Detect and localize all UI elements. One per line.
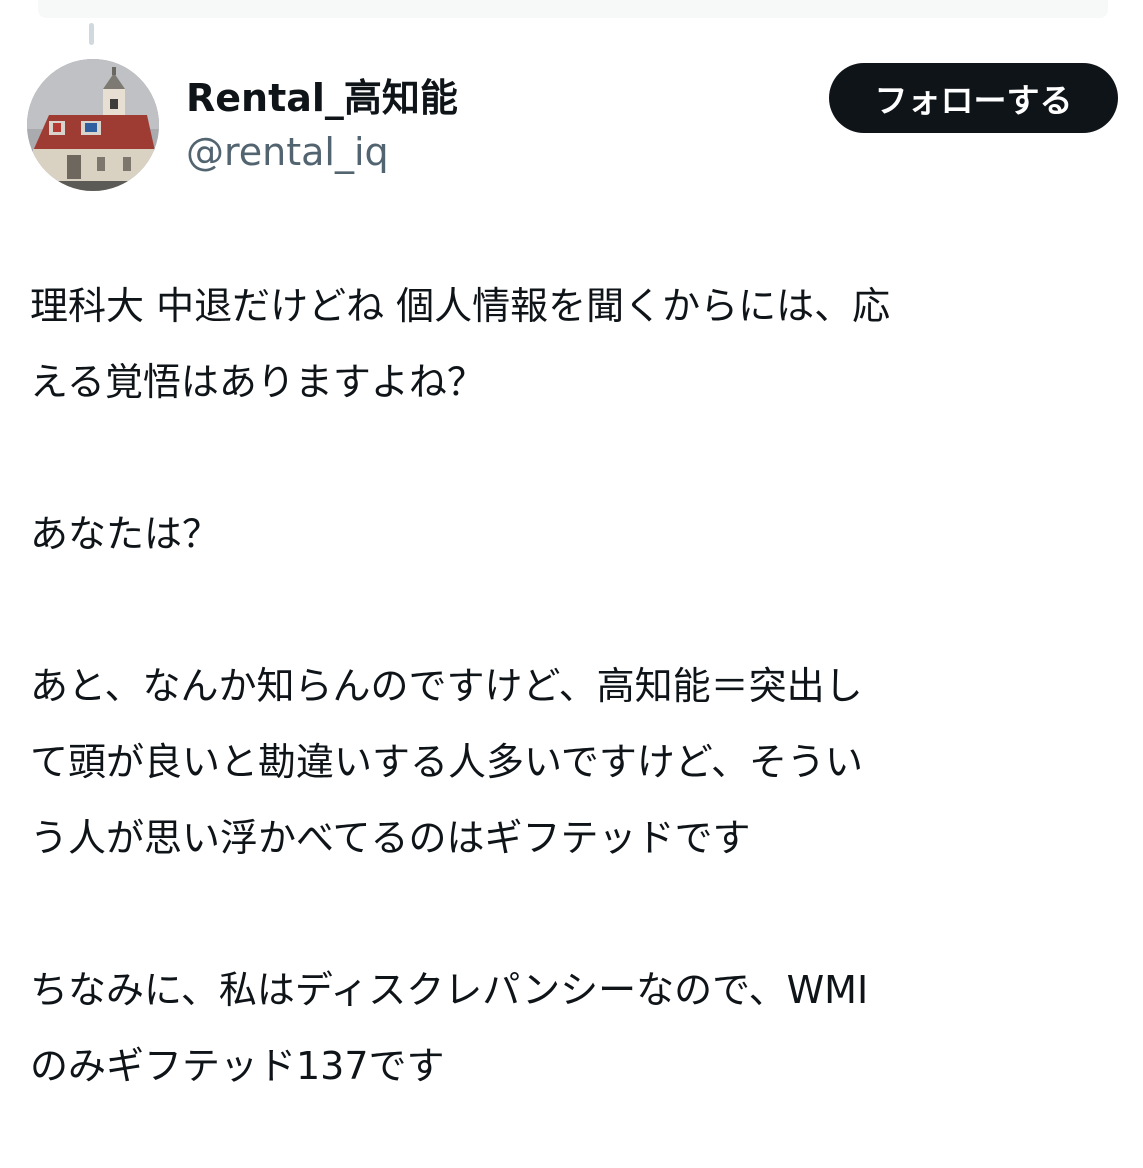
tweet-line: える覚悟はありますよね？ <box>30 360 485 404</box>
tweet-line: う人が思い浮かべてるのはギフテッドです <box>30 816 751 860</box>
tweet-line: 理科大 中退だけどね 個人情報を聞くからには、応 <box>30 284 891 328</box>
previous-tweet-edge <box>38 0 1108 18</box>
tweet-line: のみギフテッド137です <box>30 1044 445 1088</box>
thread-connector-line <box>89 23 94 45</box>
tweet-line: て頭が良いと勘違いする人多いですけど、そうい <box>30 740 863 784</box>
tweet-line: ちなみに、私はディスクレパンシーなので、WMI <box>30 968 869 1012</box>
follow-button[interactable]: フォローする <box>829 63 1118 133</box>
tweet-line: あと、なんか知らんのですけど、高知能＝突出し <box>30 664 863 708</box>
church-photo-icon <box>27 59 159 191</box>
author-identity: Rental_高知能 @rental_iq <box>186 74 458 176</box>
author-display-name[interactable]: Rental_高知能 <box>186 74 458 122</box>
avatar[interactable] <box>27 59 159 191</box>
tweet-line: あなたは？ <box>30 512 221 556</box>
tweet-text: 理科大 中退だけどね 個人情報を聞くからには、応 える覚悟はありますよね？ あな… <box>30 268 1125 1104</box>
author-handle[interactable]: @rental_iq <box>186 128 458 176</box>
